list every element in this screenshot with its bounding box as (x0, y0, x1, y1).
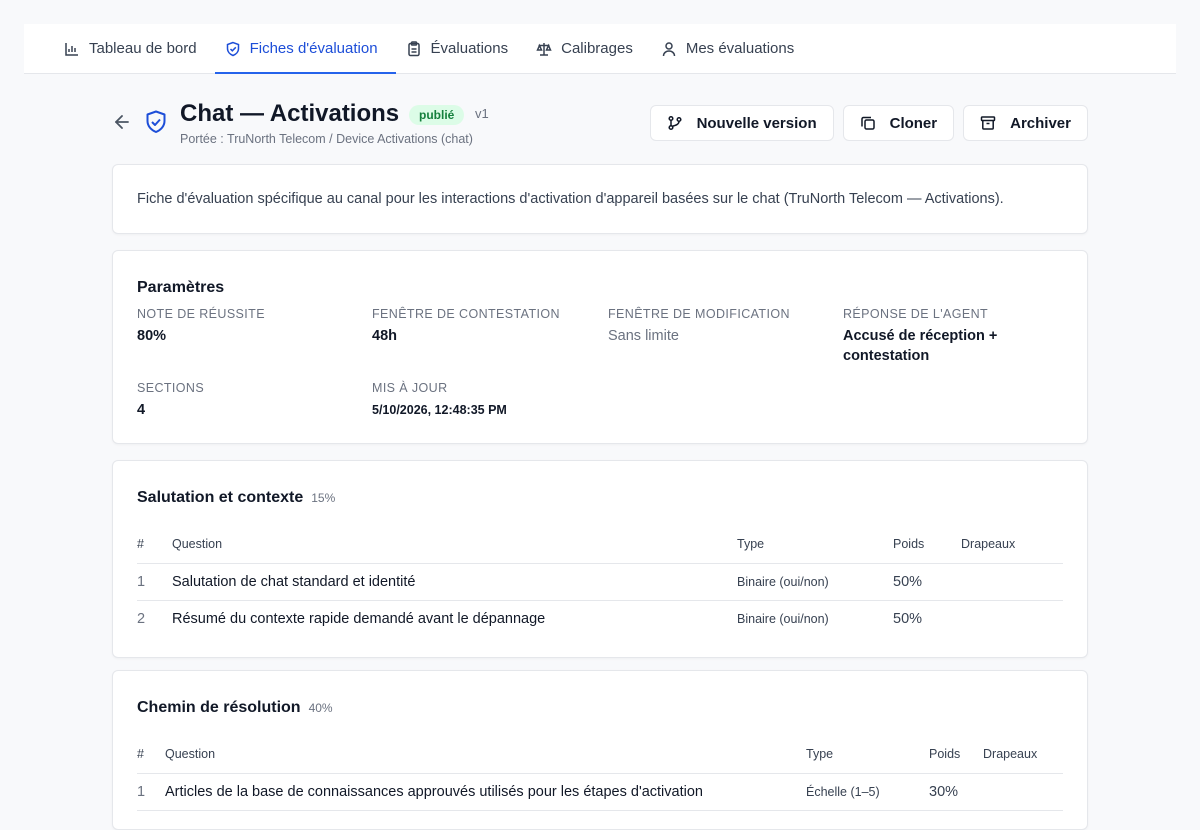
parameters-card: Paramètres Note de réussite 80% Fenêtre … (112, 250, 1088, 444)
archive-button[interactable]: Archiver (963, 105, 1088, 141)
question-type: Binaire (oui/non) (737, 563, 893, 601)
param-dispute-window: Fenêtre de contestation 48h (372, 307, 592, 346)
tab-calibrations[interactable]: Calibrages (526, 24, 651, 73)
question-flags (961, 600, 1063, 637)
param-value: 5/10/2026, 12:48:35 PM (372, 403, 507, 417)
top-nav: Tableau de bord Fiches d'évaluation Éval… (24, 24, 1176, 74)
question-flags (983, 773, 1063, 811)
section-name: Chemin de résolution (137, 699, 301, 716)
new-version-button[interactable]: Nouvelle version (649, 105, 834, 141)
git-branch-icon (668, 115, 682, 131)
scope-text: Portée : TruNorth Telecom / Device Activ… (180, 132, 473, 146)
param-value: Accusé de réception + contestation (843, 328, 998, 364)
description-text: Fiche d'évaluation spécifique au canal p… (137, 191, 1004, 207)
button-label: Cloner (889, 114, 938, 132)
param-agent-response: Réponse de l'agent Accusé de réception +… (843, 307, 1043, 366)
tab-label: Calibrages (561, 40, 633, 57)
tab-label: Fiches d'évaluation (249, 40, 378, 57)
bar-chart-icon (65, 42, 78, 56)
column-header-flags: Drapeaux (961, 537, 1063, 564)
back-arrow-icon[interactable] (112, 112, 132, 132)
tab-evaluations[interactable]: Évaluations (396, 24, 527, 73)
tab-my-evaluations[interactable]: Mes évaluations (651, 24, 812, 73)
section-card: Chemin de résolution 40% # Question Type… (112, 670, 1088, 830)
param-label: Note de réussite (137, 307, 265, 321)
questions-table: # Question Type Poids Drapeaux 1 Salutat… (137, 537, 1063, 637)
shield-check-icon (146, 110, 166, 133)
param-value: 48h (372, 328, 397, 344)
tab-scorecards[interactable]: Fiches d'évaluation (214, 24, 396, 74)
table-row: 2 Résumé du contexte rapide demandé avan… (137, 600, 1063, 637)
page-header: Chat — Activations publié v1 Portée : Tr… (112, 98, 1088, 154)
shield-check-icon (226, 41, 239, 56)
question-type: Échelle (1–5) (806, 773, 929, 811)
version-label: v1 (475, 106, 489, 121)
param-updated: Mis à jour 5/10/2026, 12:48:35 PM (372, 381, 592, 420)
column-header-num: # (137, 747, 165, 774)
parameters-heading: Paramètres (137, 279, 225, 296)
param-passing-score: Note de réussite 80% (137, 307, 357, 346)
table-row: 1 Salutation de chat standard et identit… (137, 563, 1063, 601)
section-name: Salutation et contexte (137, 489, 304, 506)
archive-icon (980, 116, 996, 130)
question-type: Binaire (oui/non) (737, 611, 829, 626)
question-num: 1 (137, 563, 172, 601)
section-header: Chemin de résolution 40% (137, 699, 333, 717)
table-header-row: # Question Type Poids Drapeaux (137, 537, 1063, 564)
column-header-type: Type (737, 537, 893, 564)
button-label: Nouvelle version (696, 114, 817, 132)
nav-tabs: Tableau de bord Fiches d'évaluation Éval… (24, 24, 1176, 74)
column-header-num: # (137, 537, 172, 564)
section-weight: 40% (308, 701, 333, 715)
question-text: Résumé du contexte rapide demandé avant … (172, 610, 546, 627)
param-edit-window: Fenêtre de modification Sans limite (608, 307, 828, 346)
column-header-question: Question (172, 537, 737, 564)
section-weight: 15% (311, 491, 336, 505)
header-actions: Nouvelle version Cloner Archiver (649, 105, 1088, 141)
tab-label: Mes évaluations (685, 40, 795, 57)
column-header-question: Question (165, 747, 806, 774)
button-label: Archiver (1010, 114, 1071, 132)
question-text: Salutation de chat standard et identité (172, 563, 737, 601)
question-text: Articles de la base de connaissances app… (165, 773, 806, 811)
description-card: Fiche d'évaluation spécifique au canal p… (112, 164, 1088, 234)
table-header-row: # Question Type Poids Drapeaux (137, 747, 1063, 774)
user-icon (662, 41, 676, 56)
question-weight: 30% (929, 773, 983, 811)
param-sections: Sections 4 (137, 381, 357, 420)
param-label: Fenêtre de contestation (372, 307, 560, 321)
clone-button[interactable]: Cloner (842, 105, 955, 141)
questions-table: # Question Type Poids Drapeaux 1 Article… (137, 747, 1063, 811)
table-row: 1 Articles de la base de connaissances a… (137, 773, 1063, 811)
column-header-weight: Poids (929, 747, 983, 774)
question-num: 1 (137, 773, 165, 811)
section-header: Salutation et contexte 15% (137, 489, 335, 507)
clipboard-icon (407, 40, 420, 56)
param-value: 80% (137, 328, 167, 344)
question-weight: 50% (893, 610, 923, 627)
question-flags (961, 563, 1063, 601)
page-title: Chat — Activations (180, 100, 400, 127)
tab-label: Évaluations (430, 40, 509, 57)
copy-icon (860, 116, 875, 130)
param-value: Sans limite (608, 328, 679, 344)
tab-label: Tableau de bord (89, 40, 197, 57)
section-card: Salutation et contexte 15% # Question Ty… (112, 460, 1088, 658)
param-label: Réponse de l'agent (843, 307, 989, 321)
column-header-type: Type (806, 747, 929, 774)
column-header-flags: Drapeaux (983, 747, 1063, 774)
tab-dashboard[interactable]: Tableau de bord (54, 24, 215, 73)
scale-icon (536, 42, 552, 56)
param-label: Fenêtre de modification (608, 307, 790, 321)
param-label: Sections (137, 381, 205, 395)
question-num: 2 (137, 610, 146, 627)
status-badge: publié (409, 105, 465, 125)
param-label: Mis à jour (372, 381, 448, 395)
question-weight: 50% (893, 563, 961, 601)
param-value: 4 (137, 402, 146, 418)
column-header-weight: Poids (893, 537, 961, 564)
